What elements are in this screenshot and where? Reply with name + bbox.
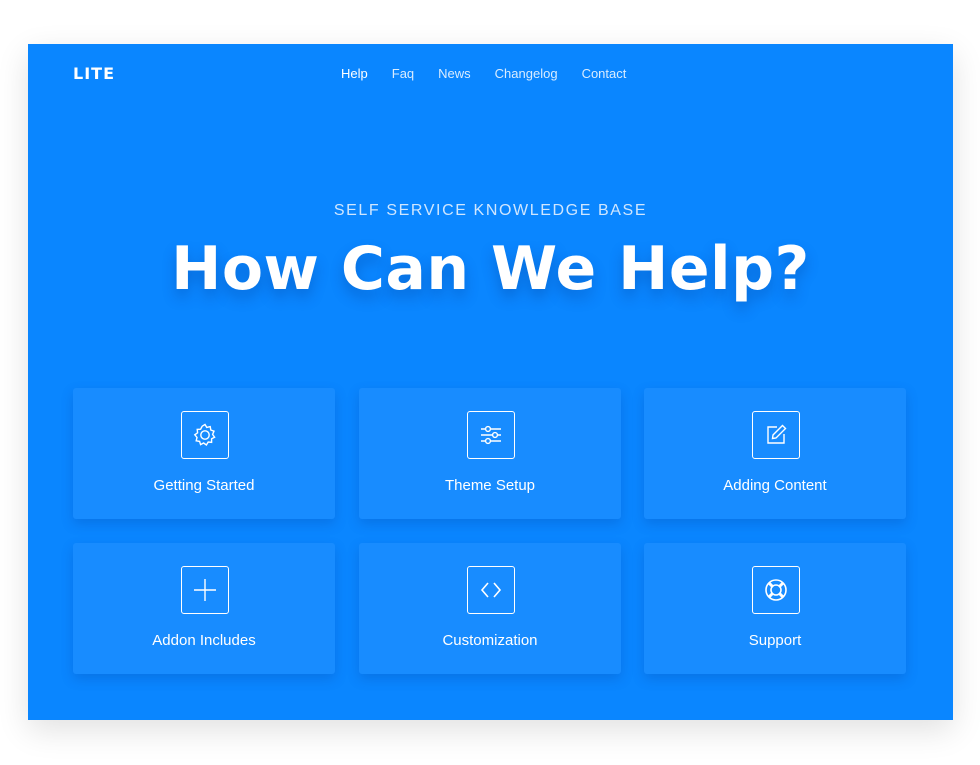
card-customization[interactable]: Customization: [359, 543, 621, 674]
logo[interactable]: LITE: [73, 64, 115, 83]
nav-link-changelog[interactable]: Changelog: [495, 66, 558, 81]
card-label: Adding Content: [723, 477, 827, 494]
plus-icon: [181, 566, 229, 614]
gear-icon: [181, 411, 229, 459]
card-label: Support: [748, 632, 802, 649]
nav-links: Help Faq News Changelog Contact: [341, 66, 650, 81]
hero-title: How Can We Help?: [171, 234, 810, 304]
top-navigation: LITE Help Faq News Changelog Contact: [28, 44, 953, 104]
nav-link-contact[interactable]: Contact: [582, 66, 627, 81]
nav-link-news[interactable]: News: [438, 66, 471, 81]
card-support[interactable]: Support: [644, 543, 906, 674]
card-label: Addon Includes: [152, 632, 256, 649]
card-theme-setup[interactable]: Theme Setup: [359, 388, 621, 519]
nav-link-help[interactable]: Help: [341, 66, 368, 81]
page-frame: LITE Help Faq News Changelog Contact SEL…: [28, 44, 953, 720]
card-getting-started[interactable]: Getting Started: [73, 388, 335, 519]
lifebuoy-icon: [752, 566, 800, 614]
card-label: Theme Setup: [444, 477, 536, 494]
card-label: Customization: [442, 632, 538, 649]
hero-eyebrow: SELF SERVICE KNOWLEDGE BASE: [333, 202, 648, 219]
card-addon-includes[interactable]: Addon Includes: [73, 543, 335, 674]
code-icon: [467, 566, 515, 614]
edit-icon: [752, 411, 800, 459]
card-label: Getting Started: [153, 477, 255, 494]
nav-link-faq[interactable]: Faq: [392, 66, 414, 81]
card-adding-content[interactable]: Adding Content: [644, 388, 906, 519]
sliders-icon: [467, 411, 515, 459]
